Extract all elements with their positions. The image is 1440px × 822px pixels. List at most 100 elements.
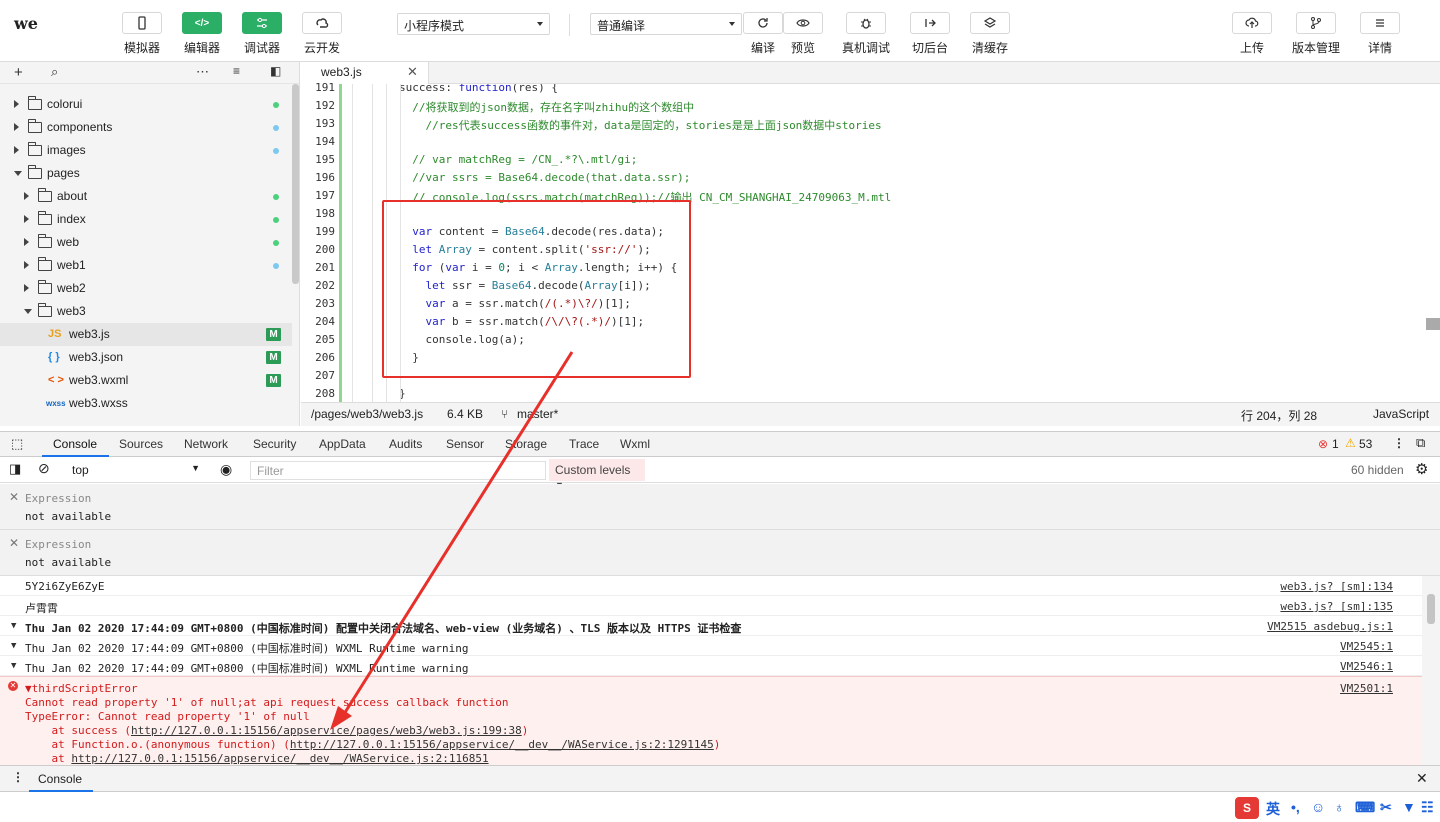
tree-item-web3-js[interactable]: JS web3.js M [0, 323, 292, 346]
source-link[interactable]: VM2545:1 [1340, 640, 1393, 653]
chevron-down-icon[interactable] [24, 309, 32, 314]
grid-icon[interactable]: ☷ [1421, 799, 1434, 816]
language-mode[interactable]: JavaScript [1373, 407, 1429, 421]
console-scrollbar[interactable] [1422, 576, 1440, 765]
remove-expression-icon[interactable]: ✕ [9, 490, 19, 504]
mode-select[interactable]: 小程序模式 [397, 13, 550, 35]
tab-security[interactable]: Security [253, 437, 296, 451]
source-link[interactable]: web3.js? [sm]:135 [1280, 600, 1393, 613]
chevron-right-icon[interactable] [14, 123, 19, 131]
microphone-icon[interactable]: ♁ [1334, 799, 1345, 815]
chevron-down-icon[interactable] [14, 171, 22, 176]
tree-item-colorui[interactable]: colorui [0, 93, 292, 116]
source-link[interactable]: web3.js? [sm]:134 [1280, 580, 1393, 593]
panel-toggle-icon[interactable]: ◧ [270, 64, 281, 78]
tree-item-web3[interactable]: web3 [0, 300, 292, 323]
kebab-menu-icon[interactable]: ⋮ [12, 770, 24, 784]
details-button[interactable]: 详情 [1350, 12, 1410, 56]
clear-console-icon[interactable]: ⊘ [38, 460, 50, 477]
sidebar-toggle-icon[interactable]: ◨ [9, 461, 21, 477]
tab-appdata[interactable]: AppData [319, 437, 366, 451]
simulator-button[interactable]: 模拟器 [112, 12, 172, 56]
warning-count[interactable]: 53 [1359, 437, 1372, 451]
tree-item-about[interactable]: about [0, 185, 292, 208]
tab-sources[interactable]: Sources [119, 437, 163, 451]
expression-label[interactable]: Expression [25, 492, 91, 505]
real-device-debug-button[interactable]: 真机调试 [836, 12, 896, 56]
tree-item-web1[interactable]: web1 [0, 254, 292, 277]
close-icon[interactable]: ✕ [1416, 770, 1428, 787]
sogou-ime-icon[interactable]: S [1235, 797, 1259, 819]
tab-audits[interactable]: Audits [389, 437, 422, 451]
error-title[interactable]: ▼thirdScriptError [25, 682, 138, 695]
tree-item-web3-wxml[interactable]: < > web3.wxml M [0, 369, 292, 392]
tab-network[interactable]: Network [184, 437, 228, 451]
console-message[interactable]: 5Y2i6ZyE6ZyE web3.js? [sm]:134 [0, 576, 1422, 596]
source-link[interactable]: VM2546:1 [1340, 660, 1393, 673]
background-button[interactable]: 切后台 [900, 12, 960, 56]
tab-sensor[interactable]: Sensor [446, 437, 484, 451]
chevron-right-icon[interactable] [24, 284, 29, 292]
cursor-position[interactable]: 行 204，列 28 [1241, 407, 1317, 424]
git-branch[interactable]: master* [517, 407, 558, 421]
skin-icon[interactable]: ▼ [1402, 799, 1416, 815]
code-line[interactable]: //var ssrs = Base64.decode(that.data.ssr… [399, 171, 690, 184]
tree-item-index[interactable]: index [0, 208, 292, 231]
clear-cache-button[interactable]: 清缓存 [960, 12, 1020, 56]
tree-item-pages[interactable]: pages [0, 162, 292, 185]
tree-item-web3-json[interactable]: { } web3.json M [0, 346, 292, 369]
drawer-tab-console[interactable]: Console [38, 772, 82, 786]
tab-console[interactable]: Console [53, 437, 97, 451]
error-source-link[interactable]: VM2501:1 [1340, 682, 1393, 695]
expand-arrow-icon[interactable]: ▼ [11, 641, 16, 651]
editor-button[interactable]: </> 编辑器 [172, 12, 232, 56]
expression-label[interactable]: Expression [25, 538, 91, 551]
sidebar-scrollbar[interactable] [292, 84, 299, 284]
version-management-button[interactable]: 版本管理 [1286, 12, 1346, 56]
error-count[interactable]: 1 [1332, 437, 1339, 451]
console-message[interactable]: ▼ Thu Jan 02 2020 17:44:09 GMT+0800 (中国标准… [0, 636, 1422, 656]
expand-arrow-icon[interactable]: ▼ [11, 661, 16, 671]
add-icon[interactable]: + [14, 64, 23, 81]
code-line[interactable]: //将获取到的json数据，存在名字叫zhihu的这个数组中 [399, 99, 694, 115]
expand-arrow-icon[interactable]: ▼ [11, 621, 16, 631]
stack-link[interactable]: http://127.0.0.1:15156/appservice/__dev_… [290, 738, 714, 751]
preview-button[interactable]: 预览 [773, 12, 833, 56]
keyboard-icon[interactable]: ⌨ [1355, 799, 1375, 816]
dock-icon[interactable]: ⧉ [1416, 435, 1425, 451]
tree-item-web3-wxss[interactable]: wxss web3.wxss [0, 392, 292, 415]
more-icon[interactable]: ⋯ [196, 64, 209, 80]
tree-item-components[interactable]: components [0, 116, 292, 139]
chevron-right-icon[interactable] [14, 146, 19, 154]
console-message[interactable]: ▼ Thu Jan 02 2020 17:44:09 GMT+0800 (中国标准… [0, 656, 1422, 676]
kebab-menu-icon[interactable]: ⋮ [1393, 436, 1405, 450]
tools-icon[interactable]: ✂ [1380, 799, 1392, 816]
eye-icon[interactable]: ◉ [220, 461, 232, 478]
ime-language[interactable]: 英 [1266, 799, 1280, 819]
code-line[interactable]: // var matchReg = /CN_.*?\.mtl/gi; [399, 153, 637, 166]
filter-input[interactable]: Filter [250, 461, 546, 480]
punctuation-icon[interactable]: •, [1291, 799, 1300, 815]
chevron-right-icon[interactable] [14, 100, 19, 108]
code-line[interactable]: //res代表success函数的事件对，data是固定的，stories是是上… [399, 117, 882, 133]
editor-scrollbar[interactable] [1426, 318, 1440, 330]
search-icon[interactable]: ⌕ [51, 64, 58, 80]
console-message[interactable]: 卢霄霄 web3.js? [sm]:135 [0, 596, 1422, 616]
tree-item-web[interactable]: web [0, 231, 292, 254]
tree-item-images[interactable]: images [0, 139, 292, 162]
tab-storage[interactable]: Storage [505, 437, 547, 451]
console-message[interactable]: ▼ Thu Jan 02 2020 17:44:09 GMT+0800 (中国标准… [0, 616, 1422, 636]
inspect-icon[interactable]: ⬚ [11, 436, 23, 452]
compile-mode-select[interactable]: 普通编译 [590, 13, 742, 35]
chevron-right-icon[interactable] [24, 215, 29, 223]
stack-link[interactable]: http://127.0.0.1:15156/appservice/__dev_… [71, 752, 488, 765]
code-line[interactable]: success: function(res) { [399, 84, 558, 94]
tab-wxml[interactable]: Wxml [620, 437, 650, 451]
tab-trace[interactable]: Trace [569, 437, 599, 451]
cloud-dev-button[interactable]: 云开发 [292, 12, 352, 56]
chevron-right-icon[interactable] [24, 238, 29, 246]
collapse-icon[interactable]: ≡ [233, 64, 240, 78]
log-levels-dropdown[interactable]: Custom levels ▼ [549, 459, 645, 490]
settings-gear-icon[interactable]: ⚙ [1415, 460, 1428, 478]
emoji-icon[interactable]: ☺ [1311, 799, 1325, 815]
